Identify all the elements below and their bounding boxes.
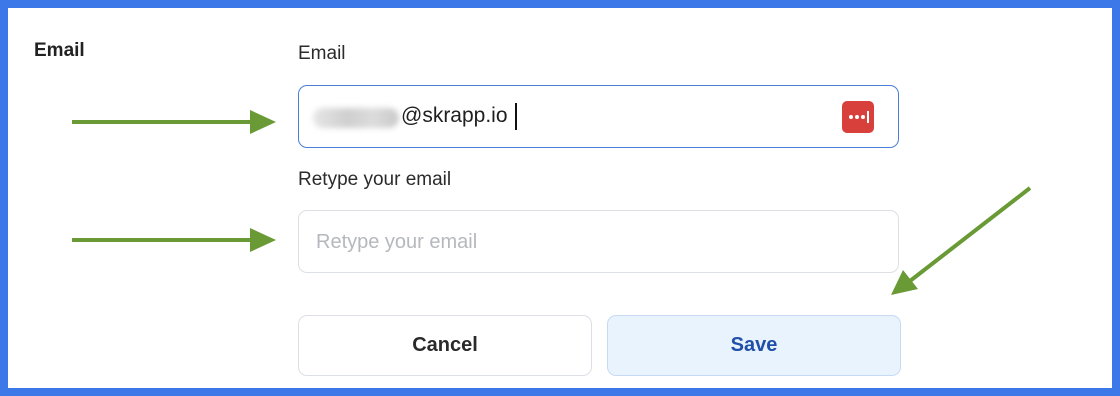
arrow-to-save-button [891,186,1032,295]
arrow-to-email-input [72,110,276,134]
arrow-to-retype-input [72,228,276,252]
annotation-arrows [72,110,1032,295]
